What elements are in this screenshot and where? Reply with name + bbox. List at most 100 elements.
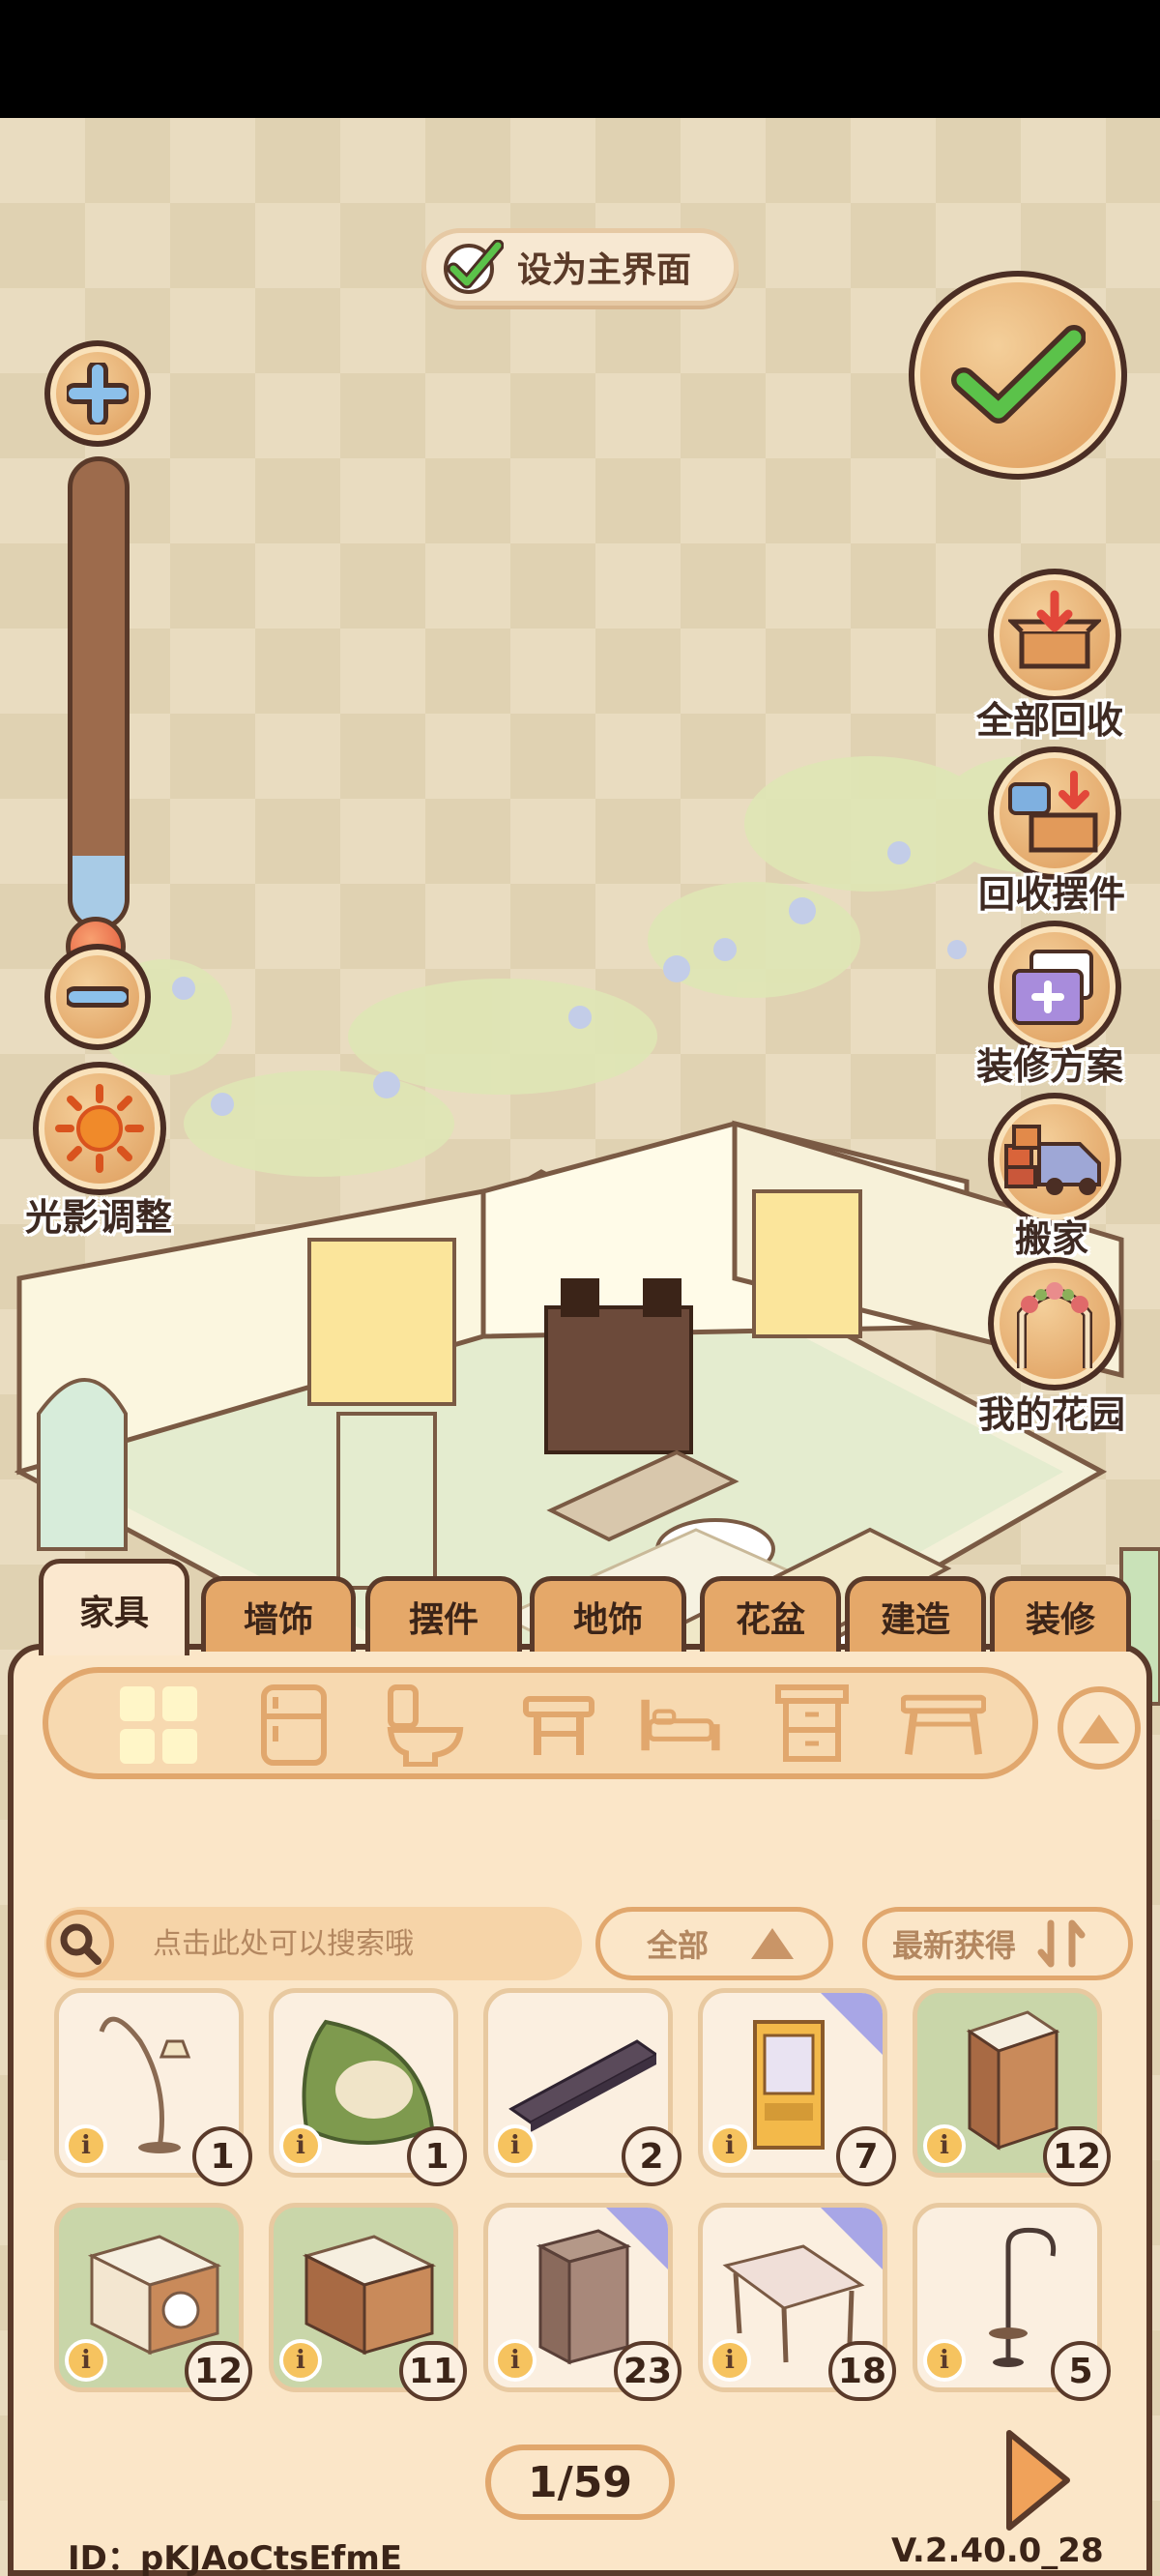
minus-icon — [67, 986, 129, 1008]
zoom-out-button[interactable] — [44, 944, 151, 1050]
search-icon-wrap[interactable] — [46, 1910, 114, 1977]
item-card[interactable]: i 2 — [483, 1988, 682, 2186]
item-card[interactable]: i 1 — [269, 1988, 467, 2186]
search-bar[interactable] — [44, 1907, 582, 1980]
status-bar — [0, 0, 1160, 118]
recycle-all-button[interactable] — [988, 569, 1121, 702]
item-card[interactable]: i 23 — [483, 2203, 682, 2401]
tab-ornaments[interactable]: 摆件 — [365, 1576, 522, 1652]
subcat-bathroom[interactable] — [383, 1684, 468, 1767]
sort-arrows-icon — [1037, 1919, 1086, 1968]
check-icon — [444, 240, 504, 294]
type-filter-dropdown[interactable]: 全部 — [595, 1907, 833, 1980]
tab-label: 地饰 — [572, 1599, 643, 1640]
item-count: 23 — [613, 2341, 682, 2401]
tab-build[interactable]: 建造 — [845, 1576, 986, 1652]
info-icon[interactable]: i — [923, 2339, 966, 2382]
tab-label: 花盆 — [735, 1599, 805, 1640]
decoration-plan-label: 装修方案 — [976, 1045, 1124, 1088]
tab-renovation[interactable]: 装修 — [990, 1576, 1131, 1652]
recycle-all-label: 全部回收 — [976, 699, 1124, 742]
check-icon — [951, 325, 1086, 424]
item-card[interactable]: i 12 — [913, 1988, 1111, 2186]
info-icon[interactable]: i — [494, 2124, 536, 2167]
tab-label: 建造 — [880, 1599, 950, 1640]
my-garden-label: 我的花园 — [978, 1393, 1126, 1436]
fridge-icon — [261, 1684, 327, 1766]
set-main-screen-toggle[interactable]: 设为主界面 — [421, 228, 739, 306]
garden-arch-icon — [1017, 1282, 1092, 1368]
chevron-up-icon — [1079, 1714, 1119, 1743]
item-count: 1 — [192, 2126, 252, 2186]
type-filter-value: 全部 — [647, 1927, 710, 1964]
bed-icon — [641, 1699, 720, 1751]
subcat-all[interactable] — [116, 1686, 201, 1764]
set-main-screen-label: 设为主界面 — [517, 250, 692, 290]
info-icon[interactable]: i — [923, 2124, 966, 2167]
collapse-panel-button[interactable] — [1058, 1686, 1141, 1770]
item-count: 2 — [622, 2126, 682, 2186]
subcat-beds[interactable] — [638, 1686, 723, 1764]
toilet-icon — [387, 1684, 464, 1767]
zoom-slider-fill — [72, 856, 125, 925]
all-grid-icon — [120, 1686, 197, 1764]
next-page-button[interactable] — [1001, 2427, 1073, 2533]
category-tabs: 家具 墙饰 摆件 地饰 花盆 建造 装修 — [39, 1559, 1141, 1655]
subcat-cabinets[interactable] — [769, 1684, 855, 1764]
item-card[interactable]: i 12 — [54, 2203, 252, 2401]
recycle-ornaments-label: 回收摆件 — [978, 873, 1126, 916]
item-card[interactable]: i 11 — [269, 2203, 467, 2401]
recycle-ornaments-button[interactable] — [988, 746, 1121, 880]
my-garden-button[interactable] — [988, 1257, 1121, 1390]
info-icon[interactable]: i — [709, 2124, 751, 2167]
item-card[interactable]: i 18 — [698, 2203, 896, 2401]
tab-wall-decor[interactable]: 墙饰 — [201, 1576, 356, 1652]
info-icon[interactable]: i — [65, 2124, 107, 2167]
tab-furniture[interactable]: 家具 — [39, 1559, 189, 1655]
app-version: V.2.40.0_28 — [891, 2532, 1104, 2570]
search-input[interactable] — [153, 1926, 578, 1961]
plus-icon — [67, 363, 129, 424]
subcat-appliances[interactable] — [251, 1684, 336, 1766]
confirm-button[interactable] — [909, 271, 1127, 480]
info-icon[interactable]: i — [65, 2339, 107, 2382]
light-adjust-button[interactable] — [33, 1062, 166, 1195]
item-card[interactable]: i 1 — [54, 1988, 252, 2186]
item-count: 12 — [1042, 2126, 1111, 2186]
zoom-in-button[interactable] — [44, 340, 151, 447]
cabinet-icon — [775, 1684, 849, 1762]
subcategory-bar — [43, 1667, 1038, 1779]
move-house-button[interactable] — [988, 1093, 1121, 1226]
decoration-plan-button[interactable] — [988, 921, 1121, 1054]
decoration-plan-icon — [1012, 950, 1093, 1025]
recycle-all-box-icon — [1008, 590, 1101, 669]
info-icon[interactable]: i — [709, 2339, 751, 2382]
tab-flower-pots[interactable]: 花盆 — [700, 1576, 841, 1652]
new-badge — [606, 2208, 668, 2269]
tab-label: 家具 — [78, 1593, 149, 1633]
page-indicator: 1/59 — [485, 2444, 675, 2520]
info-icon[interactable]: i — [279, 2124, 322, 2167]
tab-label: 装修 — [1025, 1599, 1095, 1640]
new-badge — [821, 1993, 883, 2055]
subcat-stools[interactable] — [516, 1686, 601, 1764]
user-id: ID：pKJAoCtsEfmE — [68, 2539, 402, 2576]
tab-floor-decor[interactable]: 地饰 — [530, 1576, 686, 1652]
zoom-slider[interactable] — [68, 456, 130, 930]
sun-icon — [55, 1084, 144, 1173]
search-icon — [60, 1923, 102, 1965]
sort-dropdown[interactable]: 最新获得 — [862, 1907, 1133, 1980]
info-icon[interactable]: i — [494, 2339, 536, 2382]
info-icon[interactable]: i — [279, 2339, 322, 2382]
item-count: 11 — [398, 2341, 467, 2401]
light-adjust-label: 光影调整 — [25, 1196, 173, 1239]
item-card[interactable]: i 5 — [913, 2203, 1111, 2401]
tab-label: 摆件 — [408, 1599, 478, 1640]
moving-truck-icon — [1004, 1125, 1101, 1195]
move-house-label: 搬家 — [1015, 1217, 1089, 1260]
table-icon — [901, 1694, 986, 1755]
subcat-tables[interactable] — [901, 1686, 986, 1764]
item-card[interactable]: i 7 — [698, 1988, 896, 2186]
stool-icon — [523, 1696, 594, 1755]
item-count: 1 — [407, 2126, 467, 2186]
